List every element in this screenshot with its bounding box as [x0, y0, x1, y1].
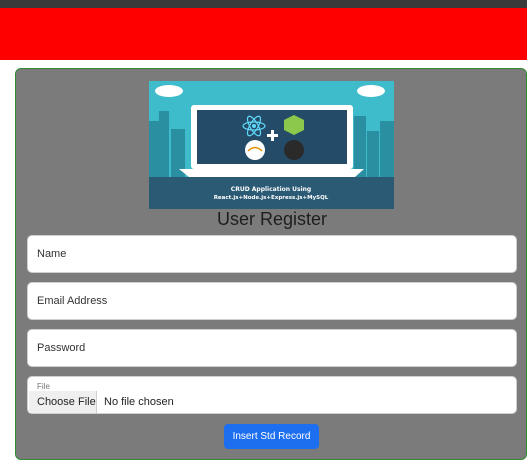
register-card: CRUD Application Using React.js+Node.js+…: [15, 68, 527, 460]
banner-caption-line1: CRUD Application Using: [231, 186, 311, 193]
crud-banner-image: CRUD Application Using React.js+Node.js+…: [149, 81, 394, 209]
email-placeholder: Email Address: [37, 295, 108, 307]
form-title: User Register: [216, 209, 328, 229]
name-input[interactable]: Name: [27, 235, 517, 273]
top-bar: [0, 0, 527, 8]
mysql-logo-icon: [245, 140, 265, 160]
banner-caption-line2: React.js+Node.js+Express.js+MySQL: [214, 195, 329, 201]
file-input: File Choose File No file chosen: [27, 376, 517, 414]
file-status-text: No file chosen: [104, 396, 174, 408]
password-placeholder: Password: [37, 342, 86, 354]
header-banner: [0, 8, 527, 60]
email-input[interactable]: Email Address: [27, 282, 517, 320]
insert-record-button[interactable]: Insert Std Record: [224, 424, 319, 449]
name-placeholder: Name: [37, 248, 67, 260]
password-input[interactable]: Password: [27, 329, 517, 367]
choose-file-button[interactable]: Choose File: [29, 391, 97, 413]
file-label: File: [37, 382, 50, 391]
express-logo-icon: [284, 140, 304, 160]
